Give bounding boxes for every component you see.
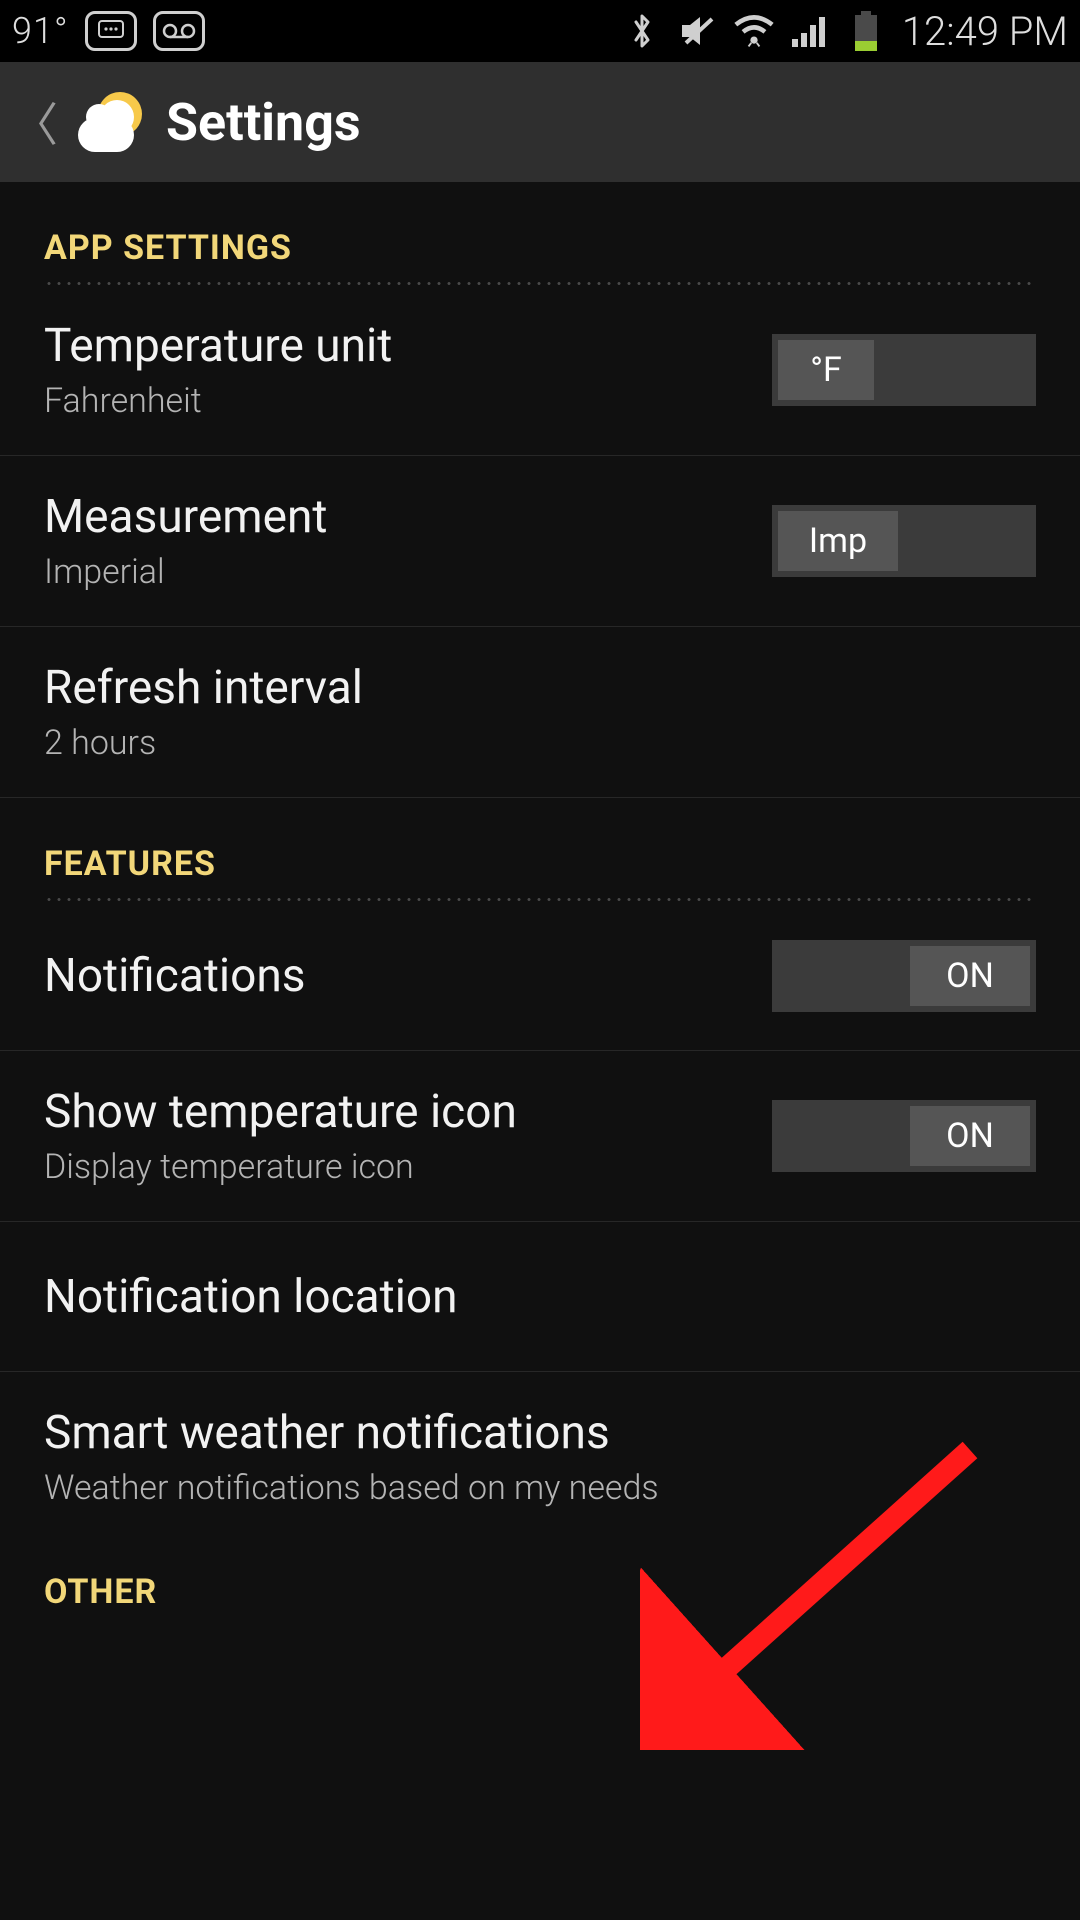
toggle-knob: ON — [910, 1106, 1030, 1166]
setting-notification-location[interactable]: Notification location — [0, 1222, 1080, 1372]
section-header-app-settings: APP SETTINGS — [0, 182, 1080, 282]
status-left: 91° — [12, 10, 205, 52]
setting-show-temperature-icon[interactable]: Show temperature icon Display temperatur… — [0, 1051, 1080, 1222]
wifi-icon — [734, 11, 774, 51]
setting-subtitle: Fahrenheit — [44, 381, 392, 421]
setting-measurement[interactable]: Measurement Imperial Imp — [0, 456, 1080, 627]
page-title: Settings — [166, 92, 361, 153]
battery-icon — [846, 11, 886, 51]
setting-notifications[interactable]: Notifications ON — [0, 901, 1080, 1051]
setting-subtitle: 2 hours — [44, 723, 363, 763]
toggle-notifications[interactable]: ON — [772, 940, 1036, 1012]
signal-icon — [790, 11, 830, 51]
toggle-temperature-unit[interactable]: °F — [772, 334, 1036, 406]
app-bar: 〈 Settings — [0, 62, 1080, 182]
toggle-show-temperature-icon[interactable]: ON — [772, 1100, 1036, 1172]
setting-title: Notification location — [44, 1270, 458, 1324]
status-time: 12:49 PM — [902, 8, 1068, 55]
section-header-features: FEATURES — [0, 798, 1080, 898]
toggle-knob: ON — [910, 946, 1030, 1006]
status-bar: 91° 12:49 PM — [0, 0, 1080, 62]
back-icon[interactable]: 〈 — [12, 89, 58, 155]
setting-title: Measurement — [44, 490, 327, 544]
bluetooth-icon — [622, 11, 662, 51]
setting-subtitle: Display temperature icon — [44, 1147, 517, 1187]
toggle-knob: Imp — [778, 511, 898, 571]
toggle-measurement[interactable]: Imp — [772, 505, 1036, 577]
setting-title: Temperature unit — [44, 319, 392, 373]
setting-smart-weather-notifications[interactable]: Smart weather notifications Weather noti… — [0, 1372, 1080, 1542]
setting-temperature-unit[interactable]: Temperature unit Fahrenheit °F — [0, 285, 1080, 456]
settings-list: APP SETTINGS Temperature unit Fahrenheit… — [0, 182, 1080, 1666]
messaging-icon — [85, 11, 137, 51]
setting-title: Refresh interval — [44, 661, 363, 715]
mute-icon — [678, 11, 718, 51]
setting-title: Show temperature icon — [44, 1085, 517, 1139]
voicemail-icon — [153, 11, 205, 51]
status-temperature: 91° — [12, 10, 69, 52]
status-right: 12:49 PM — [622, 8, 1068, 55]
setting-subtitle: Weather notifications based on my needs — [44, 1468, 659, 1508]
setting-title: Smart weather notifications — [44, 1406, 659, 1460]
setting-title: Notifications — [44, 949, 306, 1003]
app-logo-icon[interactable] — [76, 86, 148, 158]
toggle-knob: °F — [778, 340, 874, 400]
setting-subtitle: Imperial — [44, 552, 327, 592]
setting-refresh-interval[interactable]: Refresh interval 2 hours — [0, 627, 1080, 798]
section-header-other: OTHER — [0, 1542, 1080, 1626]
